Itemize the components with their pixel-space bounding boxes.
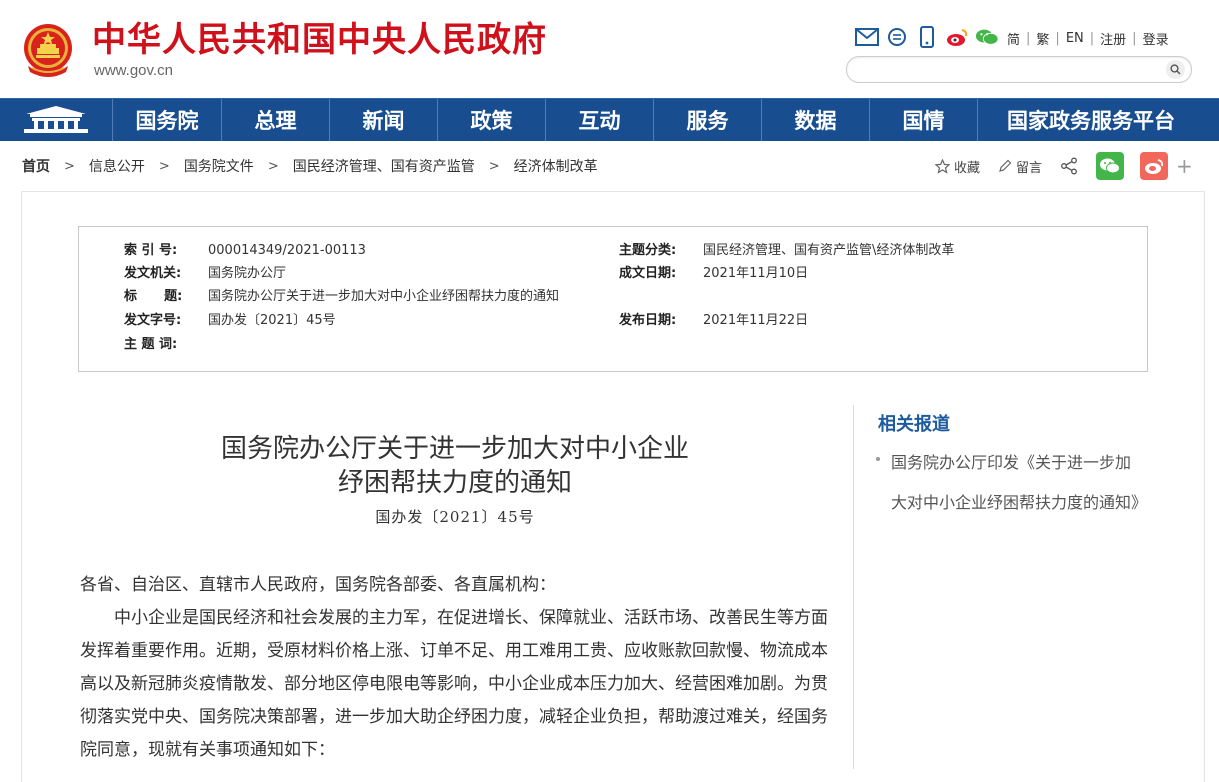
site-url[interactable]: www.gov.cn [94,62,173,79]
top-icon-bar [855,26,1005,48]
index-label: 索 引 号: [124,243,178,258]
article-tools: 收藏 留言 + [935,152,1193,180]
published-date-value: 2021年11月22日 [703,313,809,328]
nav-national-conditions[interactable]: 国情 [870,99,978,141]
weibo-share-button[interactable] [1140,152,1169,180]
nav-data[interactable]: 数据 [762,99,870,141]
breadcrumb-state-council-docs[interactable]: 国务院文件 [184,156,254,176]
bullet-icon [876,457,880,461]
nav-news[interactable]: 新闻 [330,99,438,141]
article-title: 国务院办公厅关于进一步加大对中小企业 纾困帮扶力度的通知 [80,432,830,500]
published-date-label: 发布日期: [619,313,677,328]
issuer-value: 国务院办公厅 [208,266,287,281]
category-label: 主题分类: [619,243,677,258]
mobile-icon[interactable] [915,26,939,48]
site-title[interactable]: 中华人民共和国中央人民政府 [92,18,547,62]
related-report-link[interactable]: 国务院办公厅印发《关于进一步加大对中小企业纾困帮扶力度的通知》 [891,443,1147,523]
breadcrumb: 首页 > 信息公开 > 国务院文件 > 国民经济管理、国有资产监管 > 经济体制… [22,154,598,178]
article-body: 各省、自治区、直辖市人民政府，国务院各部委、各直属机构： 中小企业是国民经济和社… [80,569,828,767]
keywords-label: 主 题 词: [124,337,178,352]
home-gate-icon[interactable] [0,99,113,141]
nav-policies[interactable]: 政策 [438,99,546,141]
article-doc-number: 国办发〔2021〕45号 [375,508,535,526]
issuer-label: 发文机关: [124,266,182,281]
main-nav: 国务院 总理 新闻 政策 互动 服务 数据 国情 国家政务服务平台 [0,98,1219,141]
breadcrumb-economic-reform[interactable]: 经济体制改革 [514,156,598,176]
breadcrumb-economic-management[interactable]: 国民经济管理、国有资产监管 [293,156,475,176]
share-icon[interactable] [1060,157,1082,175]
nav-services[interactable]: 服务 [654,99,762,141]
search-icon[interactable] [1166,60,1185,79]
doc-number-label: 发文字号: [124,313,182,328]
traditional-chinese-link[interactable]: 繁 [1032,29,1053,48]
sidebar-divider [853,405,854,769]
document-metadata-box: 索 引 号: 000014349/2021-00113 主题分类: 国民经济管理… [78,226,1148,372]
nav-gov-service-platform[interactable]: 国家政务服务平台 [978,99,1204,141]
register-link[interactable]: 注册 [1096,29,1130,48]
written-date-label: 成文日期: [619,266,677,281]
comment-label: 留言 [1016,160,1043,176]
star-icon [935,158,950,174]
wechat-share-button[interactable] [1096,152,1125,180]
simplified-chinese-link[interactable]: 简 [1003,29,1024,48]
message-icon[interactable] [885,26,909,48]
index-value: 000014349/2021-00113 [208,243,366,258]
english-link[interactable]: EN [1062,31,1088,46]
body-paragraph: 中小企业是国民经济和社会发展的主力军，在促进增长、保障就业、活跃市场、改善民生等… [80,608,828,760]
title-label: 标 题: [124,289,183,304]
article-title-line2: 纾困帮扶力度的通知 [337,468,572,498]
mail-icon[interactable] [855,26,879,48]
more-share-button[interactable]: + [1176,156,1193,176]
related-reports-heading: 相关报道 [878,414,950,435]
chevron-right-icon: > [158,158,170,174]
pencil-icon [999,159,1012,172]
article-title-line1: 国务院办公厅关于进一步加大对中小企业 [220,434,689,464]
breadcrumb-home[interactable]: 首页 [22,156,50,176]
favorite-button[interactable]: 收藏 [935,157,980,176]
national-emblem-logo[interactable] [22,22,74,80]
chevron-right-icon: > [64,158,75,174]
weibo-icon[interactable] [945,26,969,48]
chevron-right-icon: > [267,158,279,174]
nav-interaction[interactable]: 互动 [546,99,654,141]
doc-number-value: 国办发〔2021〕45号 [208,313,336,328]
category-value: 国民经济管理、国有资产监管\经济体制改革 [703,243,955,258]
favorite-label: 收藏 [954,160,981,176]
comment-button[interactable]: 留言 [998,157,1042,176]
login-link[interactable]: 登录 [1139,29,1173,48]
title-value: 国务院办公厅关于进一步加大对中小企业纾困帮扶力度的通知 [208,289,560,304]
wechat-icon[interactable] [975,26,999,48]
language-login-links: 简 | 繁 | EN | 注册 | 登录 [1003,28,1173,48]
nav-premier[interactable]: 总理 [222,99,330,141]
written-date-value: 2021年11月10日 [703,266,809,281]
nav-state-council[interactable]: 国务院 [113,99,222,141]
breadcrumb-info-disclosure[interactable]: 信息公开 [89,156,145,176]
salutation: 各省、自治区、直辖市人民政府，国务院各部委、各直属机构： [80,575,556,595]
chevron-right-icon: > [488,158,500,174]
search-input[interactable] [846,56,1192,83]
